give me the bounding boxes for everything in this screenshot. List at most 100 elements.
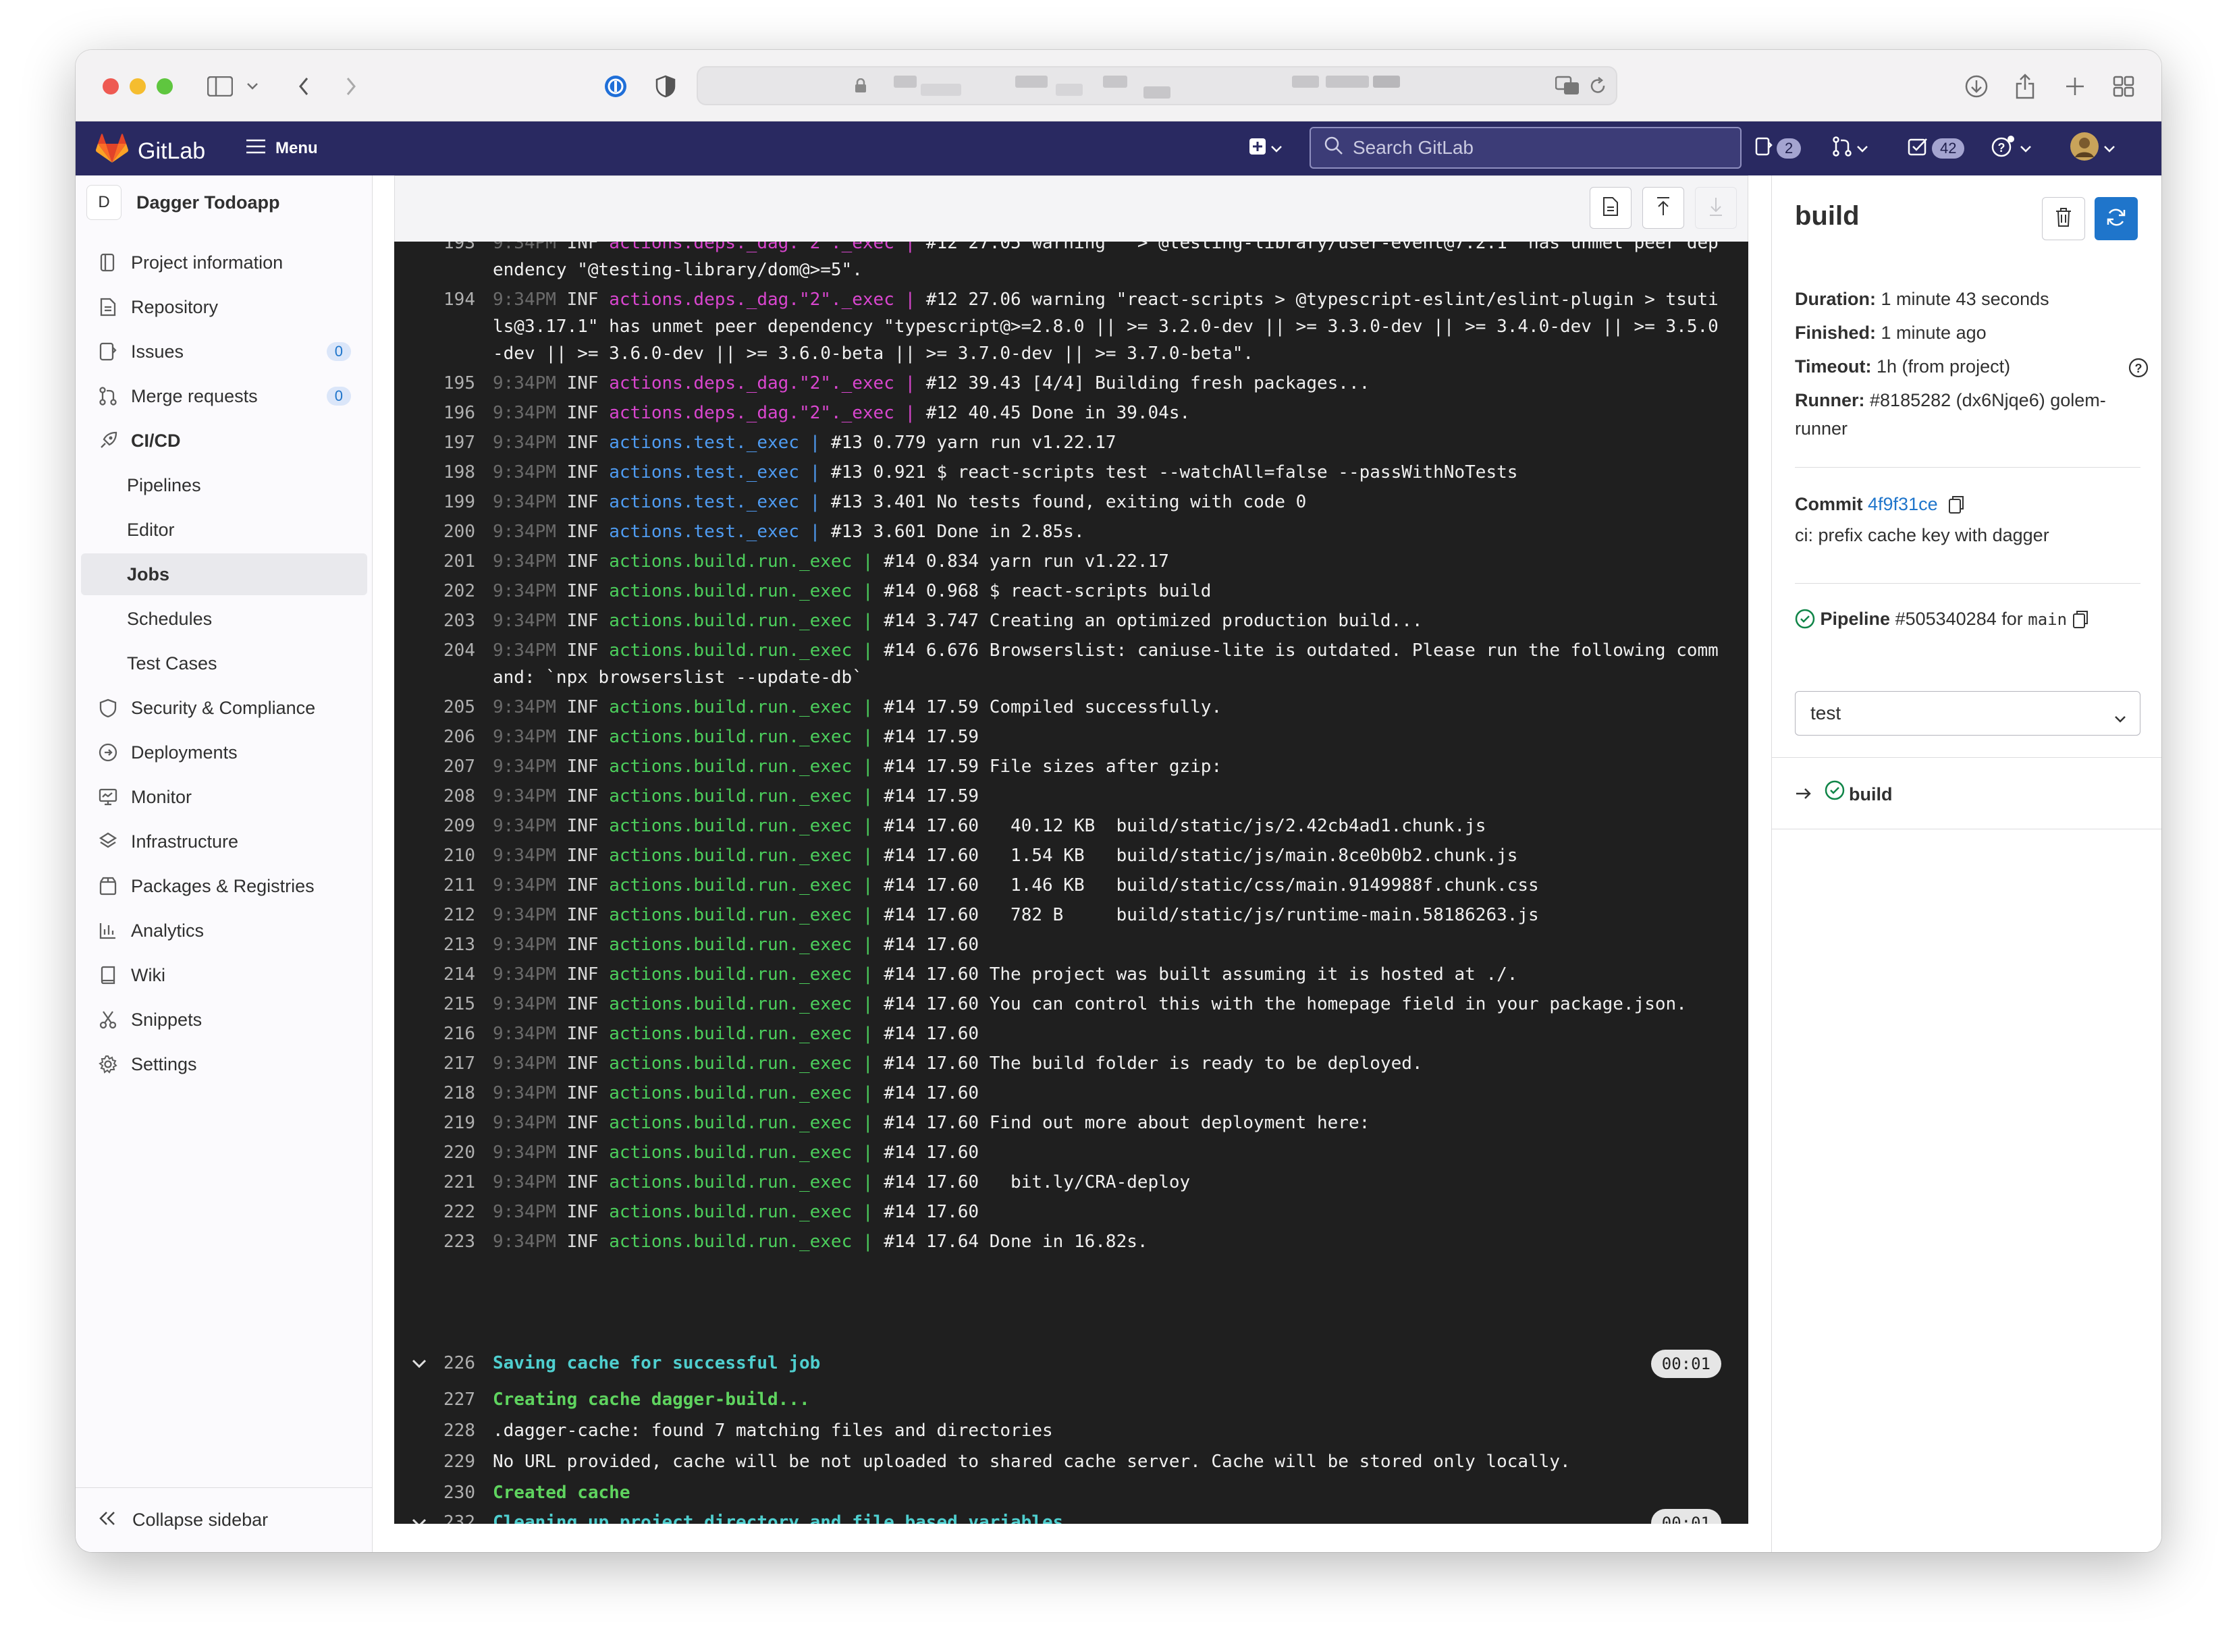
sidebar-item-infrastructure[interactable]: Infrastructure bbox=[81, 821, 367, 862]
tab-overview-icon[interactable] bbox=[2109, 72, 2138, 101]
pipeline-ref[interactable]: main bbox=[2028, 610, 2067, 629]
scroll-to-top-button[interactable] bbox=[1642, 187, 1684, 229]
help-icon[interactable]: ? bbox=[2128, 358, 2149, 386]
help-nav-button[interactable]: ? bbox=[1991, 134, 2032, 163]
sidebar-item-wiki[interactable]: Wiki bbox=[81, 954, 367, 996]
line-number[interactable]: 207 bbox=[394, 753, 475, 780]
line-number[interactable]: 229 bbox=[394, 1448, 475, 1475]
downloads-icon[interactable] bbox=[1962, 72, 1991, 101]
line-number[interactable]: 215 bbox=[394, 991, 475, 1018]
line-number[interactable]: 202 bbox=[394, 578, 475, 605]
sidebar-toggle-icon[interactable] bbox=[205, 72, 235, 101]
sidebar-item-repository[interactable]: Repository bbox=[81, 286, 367, 328]
merge-icon bbox=[99, 387, 117, 406]
sidebar-item-issues[interactable]: Issues 0 bbox=[81, 331, 367, 373]
line-number[interactable]: 196 bbox=[394, 400, 475, 426]
line-number[interactable]: 217 bbox=[394, 1050, 475, 1077]
sidebar-item-test-cases[interactable]: Test Cases bbox=[81, 642, 367, 684]
line-number[interactable]: 200 bbox=[394, 518, 475, 545]
show-raw-button[interactable] bbox=[1590, 187, 1632, 229]
sidebar-item-project-information[interactable]: Project information bbox=[81, 242, 367, 283]
line-number[interactable]: 194 bbox=[394, 286, 475, 313]
new-item-dropdown[interactable] bbox=[1249, 134, 1283, 163]
address-bar[interactable] bbox=[697, 66, 1617, 105]
line-number[interactable]: 195 bbox=[394, 370, 475, 397]
line-number[interactable]: 219 bbox=[394, 1109, 475, 1136]
line-number[interactable]: 216 bbox=[394, 1020, 475, 1047]
sidebar-item-packages-registries[interactable]: Packages & Registries bbox=[81, 865, 367, 907]
forward-icon[interactable] bbox=[336, 72, 366, 101]
sidebar-item-schedules[interactable]: Schedules bbox=[81, 598, 367, 640]
line-number[interactable]: 201 bbox=[394, 548, 475, 575]
line-number[interactable]: 210 bbox=[394, 842, 475, 869]
merge-requests-nav-button[interactable] bbox=[1832, 134, 1868, 163]
line-number[interactable]: 214 bbox=[394, 961, 475, 988]
line-number[interactable]: 212 bbox=[394, 902, 475, 929]
sidebar-item-ci-cd[interactable]: CI/CD bbox=[81, 420, 367, 462]
line-number[interactable]: 223 bbox=[394, 1228, 475, 1255]
erase-log-button[interactable] bbox=[2042, 197, 2085, 240]
line-number[interactable]: 208 bbox=[394, 783, 475, 810]
sidebar-item-snippets[interactable]: Snippets bbox=[81, 999, 367, 1041]
pipeline-id-link[interactable]: #505340284 bbox=[1895, 609, 1997, 629]
new-tab-icon[interactable] bbox=[2060, 72, 2090, 101]
issues-nav-button[interactable]: 2 bbox=[1755, 134, 1802, 163]
chevron-down-icon[interactable] bbox=[238, 72, 267, 101]
line-number[interactable]: 193 bbox=[394, 242, 475, 256]
line-number[interactable]: 232 bbox=[394, 1509, 475, 1524]
line-number[interactable]: 203 bbox=[394, 607, 475, 634]
line-number[interactable]: 226 bbox=[394, 1350, 475, 1377]
log-lvl: INF bbox=[566, 846, 599, 866]
back-icon[interactable] bbox=[289, 72, 319, 101]
sidebar-item-settings[interactable]: Settings bbox=[81, 1043, 367, 1085]
line-number[interactable]: 218 bbox=[394, 1080, 475, 1107]
line-number[interactable]: 204 bbox=[394, 637, 475, 664]
sidebar-item-editor[interactable]: Editor bbox=[81, 509, 367, 551]
search-input[interactable]: Search GitLab bbox=[1310, 127, 1742, 169]
line-number[interactable]: 198 bbox=[394, 459, 475, 486]
sidebar-item-pipelines[interactable]: Pipelines bbox=[81, 464, 367, 506]
reload-icon[interactable] bbox=[1588, 76, 1608, 96]
minimize-window-button[interactable] bbox=[130, 78, 146, 94]
sidebar-item-jobs[interactable]: Jobs bbox=[81, 553, 367, 595]
sidebar-item-deployments[interactable]: Deployments bbox=[81, 732, 367, 773]
collapse-sidebar-button[interactable]: Collapse sidebar bbox=[76, 1487, 373, 1552]
stage-select[interactable]: test bbox=[1795, 691, 2140, 736]
user-menu-button[interactable] bbox=[2070, 132, 2115, 163]
privacy-shield-icon[interactable] bbox=[651, 72, 680, 101]
translate-icon[interactable] bbox=[1555, 76, 1580, 96]
line-number[interactable]: 230 bbox=[394, 1479, 475, 1506]
copy-icon[interactable] bbox=[2072, 609, 2088, 637]
todos-nav-button[interactable]: 42 bbox=[1908, 134, 1965, 163]
line-number[interactable]: 227 bbox=[394, 1386, 475, 1413]
sidebar-item-security-compliance[interactable]: Security & Compliance bbox=[81, 687, 367, 729]
share-icon[interactable] bbox=[2010, 72, 2040, 101]
sidebar-item-monitor[interactable]: Monitor bbox=[81, 776, 367, 818]
password-manager-icon[interactable] bbox=[601, 72, 630, 101]
gitlab-home-link[interactable]: GitLab bbox=[96, 134, 205, 169]
copy-icon[interactable] bbox=[1948, 494, 1964, 522]
line-number[interactable]: 220 bbox=[394, 1139, 475, 1166]
line-number[interactable]: 228 bbox=[394, 1417, 475, 1444]
line-number[interactable]: 221 bbox=[394, 1169, 475, 1196]
line-number[interactable]: 213 bbox=[394, 931, 475, 958]
close-window-button[interactable] bbox=[103, 78, 119, 94]
line-number[interactable]: 211 bbox=[394, 872, 475, 899]
menu-button[interactable]: Menu bbox=[246, 134, 318, 163]
scroll-to-bottom-button[interactable] bbox=[1695, 187, 1737, 229]
line-number[interactable]: 197 bbox=[394, 429, 475, 456]
line-number[interactable]: 222 bbox=[394, 1199, 475, 1226]
maximize-window-button[interactable] bbox=[157, 78, 173, 94]
commit-sha-link[interactable]: 4f9f31ce bbox=[1868, 494, 1938, 514]
line-number[interactable]: 206 bbox=[394, 723, 475, 750]
log-text: #14 17.60 The build folder is ready to b… bbox=[884, 1053, 1423, 1074]
line-number[interactable]: 205 bbox=[394, 694, 475, 721]
project-header[interactable]: D Dagger Todoapp bbox=[86, 185, 280, 220]
line-number[interactable]: 199 bbox=[394, 489, 475, 516]
log-lvl: INF bbox=[566, 1053, 599, 1074]
sidebar-item-analytics[interactable]: Analytics bbox=[81, 910, 367, 952]
job-list-item-build[interactable]: build bbox=[1795, 780, 2146, 808]
retry-job-button[interactable] bbox=[2095, 197, 2138, 240]
line-number[interactable]: 209 bbox=[394, 813, 475, 839]
sidebar-item-merge-requests[interactable]: Merge requests 0 bbox=[81, 375, 367, 417]
